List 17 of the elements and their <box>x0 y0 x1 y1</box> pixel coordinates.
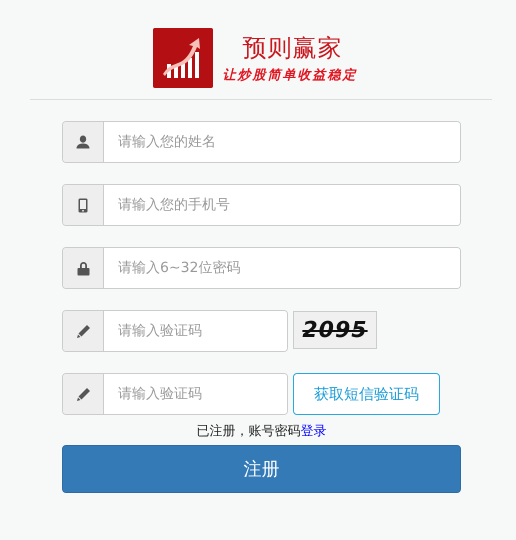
input-field[interactable]: 请输入您的手机号 <box>62 184 461 226</box>
login-hint: 已注册，账号密码登录 <box>196 424 326 439</box>
user-icon <box>76 135 90 149</box>
input-field[interactable]: 请输入验证码 <box>62 373 288 415</box>
brand-title: 预则赢家 <box>242 33 342 64</box>
phone-icon <box>78 198 88 212</box>
input-field[interactable]: 请输入验证码 <box>62 310 288 352</box>
captcha-image[interactable]: 2095 <box>293 311 377 349</box>
pencil-icon <box>76 324 90 338</box>
input-field[interactable]: 请输入您的姓名 <box>62 121 461 163</box>
brand-slogan: 让炒股简单收益稳定 <box>222 66 358 84</box>
lock-icon <box>76 260 90 276</box>
input-field[interactable]: 请输入6~32位密码 <box>62 247 461 289</box>
login-link[interactable]: 登录 <box>300 424 326 439</box>
register-button[interactable]: 注册 <box>62 445 461 493</box>
logo-icon <box>152 28 212 88</box>
pencil-icon <box>76 386 90 402</box>
